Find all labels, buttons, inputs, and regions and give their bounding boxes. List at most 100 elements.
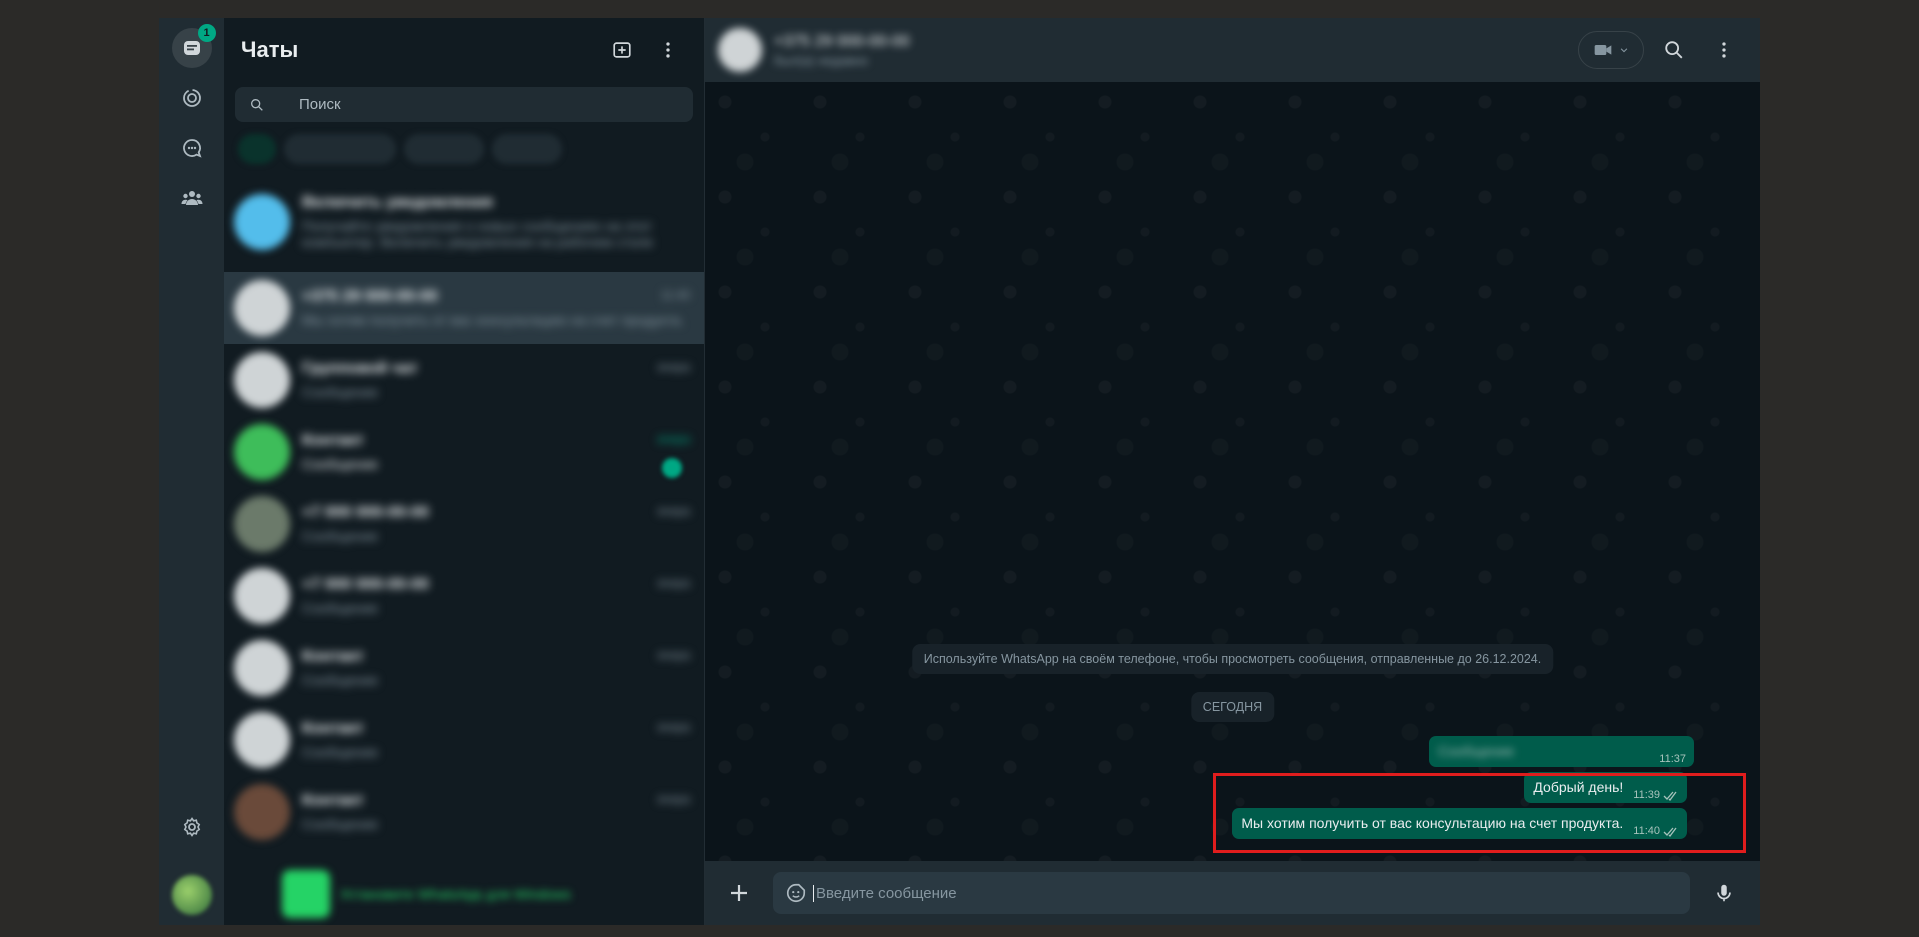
chat-list-header: Чаты	[224, 18, 704, 82]
message-text: Сообщение	[1438, 743, 1515, 759]
chat-name: +7 000 000-00-00	[302, 504, 429, 521]
conversation-menu-button[interactable]	[1704, 30, 1744, 70]
search-icon	[251, 98, 263, 111]
chat-preview: Сообщение	[302, 816, 379, 832]
message-bubble[interactable]: Добрый день! 11:39	[1524, 772, 1687, 803]
microphone-icon	[1717, 884, 1731, 902]
chats-badge: 1	[197, 24, 216, 42]
filter-chips	[224, 122, 704, 172]
search-bar[interactable]	[235, 87, 693, 122]
channels-icon	[182, 139, 202, 158]
chat-time: вчера	[657, 432, 690, 446]
double-check-icon	[1663, 827, 1677, 837]
settings-button[interactable]	[172, 807, 212, 847]
kebab-menu-icon	[1722, 42, 1726, 58]
avatar	[234, 352, 290, 408]
avatar	[234, 640, 290, 696]
settings-icon	[183, 817, 200, 837]
message-time: 11:39	[1633, 789, 1660, 801]
communities-icon	[181, 191, 202, 205]
chat-preview: Сообщение	[302, 456, 379, 472]
contact-subtitle: был(а) недавно	[774, 52, 869, 68]
double-check-icon	[1663, 791, 1677, 801]
chat-row[interactable]: Контакт вчера Сообщение	[224, 416, 704, 488]
new-chat-button[interactable]	[602, 30, 642, 70]
chat-time: 11:40	[660, 288, 690, 302]
filter-unread[interactable]	[284, 134, 396, 164]
chat-time: вчера	[657, 504, 690, 518]
notification-banner[interactable]: Включить уведомления Получайте уведомлен…	[224, 172, 704, 272]
avatar	[234, 496, 290, 552]
video-call-button[interactable]	[1578, 31, 1644, 69]
contact-avatar[interactable]	[718, 28, 762, 72]
contact-name: +375 29 000-00-00	[774, 32, 910, 50]
search-messages-button[interactable]	[1654, 30, 1694, 70]
day-separator: СЕГОДНЯ	[1190, 692, 1275, 722]
search-icon	[1665, 41, 1683, 59]
chat-row[interactable]: +7 000 000-00-00 вчера Сообщение	[224, 488, 704, 560]
chat-name: Контакт	[302, 432, 364, 449]
whatsapp-window: 1 Чаты Поиск Включить уведомления Получа…	[159, 18, 1760, 925]
chat-name: Контакт	[302, 648, 364, 665]
avatar	[234, 424, 290, 480]
chat-list-title: Чаты	[241, 37, 299, 62]
get-app-banner[interactable]: Установите WhatsApp для Windows	[224, 863, 704, 925]
chat-row[interactable]: Контакт вчера Сообщение	[224, 776, 704, 848]
unread-badge	[662, 458, 682, 478]
chat-row[interactable]: +375 29 000-00-00 11:40 Мы хотим получить…	[224, 272, 704, 344]
status-icon	[182, 89, 201, 107]
whatsapp-logo-icon	[282, 870, 330, 918]
attach-button[interactable]	[719, 873, 759, 913]
chat-preview: Сообщение	[302, 672, 379, 688]
chat-name: Контакт	[302, 792, 364, 809]
filter-favorites[interactable]	[404, 134, 484, 164]
message-area: Используйте WhatsApp на своём телефоне, …	[705, 82, 1760, 861]
channels-tab[interactable]	[172, 128, 212, 168]
chat-name: Групповой чат	[302, 360, 418, 377]
chat-time: вчера	[657, 576, 690, 590]
avatar	[234, 280, 290, 336]
chat-preview: Получайте уведомления о новых сообщениях…	[302, 218, 654, 250]
status-tab[interactable]	[172, 78, 212, 118]
message-input[interactable]	[813, 884, 1690, 902]
system-notice: Используйте WhatsApp на своём телефоне, …	[911, 644, 1554, 674]
message-text: Мы хотим получить от вас консультацию на…	[1241, 815, 1624, 831]
conversation-header: +375 29 000-00-00 был(а) недавно	[705, 18, 1760, 82]
avatar	[234, 568, 290, 624]
contact-info[interactable]: +375 29 000-00-00 был(а) недавно	[774, 33, 1578, 68]
chat-name: Включить уведомления	[302, 194, 493, 211]
chat-row[interactable]: Контакт вчера Сообщение	[224, 704, 704, 776]
chat-preview: Сообщение	[302, 528, 379, 544]
message-composer	[705, 861, 1760, 925]
new-chat-icon	[613, 42, 631, 58]
message-text: Добрый день!	[1533, 779, 1624, 795]
voice-message-button[interactable]	[1704, 873, 1744, 913]
filter-all[interactable]	[238, 134, 276, 164]
chat-time: вчера	[657, 792, 690, 806]
message-time: 11:37	[1659, 753, 1686, 765]
chats-tab[interactable]: 1	[171, 24, 216, 68]
conversation-panel: +375 29 000-00-00 был(а) недавно Использ…	[705, 18, 1760, 925]
get-app-text: Установите WhatsApp для Windows	[340, 886, 571, 902]
message-time: 11:40	[1633, 825, 1660, 837]
message-bubble[interactable]: Сообщение 11:37	[1429, 736, 1694, 767]
search-input[interactable]	[299, 96, 649, 113]
chat-row[interactable]: +7 000 000-00-00 вчера Сообщение	[224, 560, 704, 632]
communities-tab[interactable]	[172, 178, 212, 218]
filter-groups[interactable]	[492, 134, 562, 164]
chat-list-panel: Чаты Включить уведомления Получайт	[224, 18, 705, 925]
chat-preview: Сообщение	[302, 744, 379, 760]
message-input-wrapper[interactable]	[773, 872, 1690, 914]
nav-rail: 1	[159, 18, 224, 925]
message-bubble[interactable]: Мы хотим получить от вас консультацию на…	[1232, 808, 1687, 839]
chat-time: вчера	[657, 648, 690, 662]
chat-row[interactable]: Контакт вчера Сообщение	[224, 632, 704, 704]
chat-name: +375 29 000-00-00	[302, 288, 438, 305]
avatar	[234, 784, 290, 840]
chat-list-menu-button[interactable]	[648, 30, 688, 70]
chat-rows: Включить уведомления Получайте уведомлен…	[224, 172, 704, 925]
chat-preview: Сообщение	[302, 384, 379, 400]
kebab-menu-icon	[666, 42, 670, 58]
chat-row[interactable]: Групповой чат вчера Сообщение	[224, 344, 704, 416]
profile-avatar[interactable]	[171, 875, 212, 915]
